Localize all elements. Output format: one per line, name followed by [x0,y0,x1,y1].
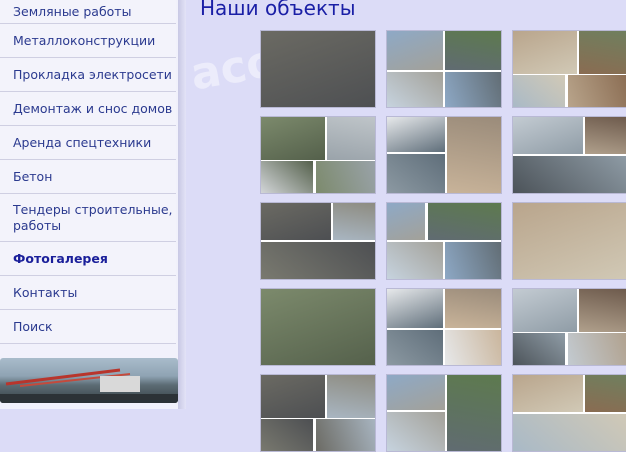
menu-item-label: Тендеры строительные, работы [13,201,173,233]
menu-item-label: Металлоконструкции [13,32,156,48]
menu-item-label: Земляные работы [13,3,132,19]
menu-item-metal-structures[interactable]: Металлоконструкции [0,24,176,58]
crane-icon [0,368,178,403]
thumbnail-photo [261,242,375,279]
sidebar-menu: Земляные работы Металлоконструкции Прокл… [0,0,176,344]
thumbnail-photo [447,117,501,193]
menu-item-label: Контакты [13,284,78,300]
thumbnail-photo [513,414,626,451]
menu-item-search[interactable]: Поиск [0,310,176,344]
thumbnail-photo [327,117,375,160]
page-title: Наши объекты [200,0,356,20]
thumbnail-photo [567,75,626,107]
menu-item-earthworks[interactable]: Земляные работы [0,0,176,24]
thumbnail-photo [584,375,626,413]
thumbnail-photo [513,31,577,74]
thumbnail-photo [261,203,331,241]
gallery-thumbnail[interactable] [260,288,376,366]
gallery-thumbnail[interactable] [260,374,376,452]
thumbnail-photo [387,153,445,193]
menu-item-demolition[interactable]: Демонтаж и снос домов [0,92,176,126]
gallery-thumbnail[interactable] [512,116,626,194]
thumbnail-photo [513,333,566,365]
thumbnail-photo [387,117,445,153]
menu-item-concrete[interactable]: Бетон [0,160,176,194]
thumbnail-photo [445,71,501,107]
gallery-thumbnail[interactable] [386,288,502,366]
thumbnail-photo [513,375,583,413]
menu-item-label: Бетон [13,168,53,184]
thumbnail-photo [261,289,375,365]
thumbnail-photo [387,411,445,451]
thumbnail-photo [261,375,325,418]
gallery-thumbnail[interactable] [512,30,626,108]
thumbnail-photo [261,419,314,451]
thumbnail-photo [445,31,501,70]
thumbnail-photo [387,375,445,411]
gallery-thumbnail[interactable] [260,116,376,194]
thumbnail-photo [579,31,626,74]
menu-item-contacts[interactable]: Контакты [0,276,176,310]
thumbnail-photo [513,289,577,332]
thumbnail-photo [445,242,501,279]
thumbnail-photo [327,375,375,418]
sidebar-divider [178,0,186,409]
menu-item-label: Фотогалерея [13,250,108,266]
thumbnail-photo [445,329,501,365]
thumbnail-photo [513,203,626,279]
gallery-thumbnail[interactable] [386,116,502,194]
gallery-thumbnail[interactable] [260,30,376,108]
thumbnail-photo [513,75,566,107]
crane-banner-image[interactable] [0,358,178,403]
menu-item-photo-gallery[interactable]: Фотогалерея [0,242,176,276]
thumbnail-photo [261,161,314,193]
gallery-thumbnail[interactable] [512,202,626,280]
menu-item-equipment-rental[interactable]: Аренда спецтехники [0,126,176,160]
thumbnail-photo [387,203,426,241]
thumbnail-photo [261,117,325,160]
gallery-thumbnail[interactable] [260,202,376,280]
menu-item-label: Поиск [13,318,53,334]
gallery-thumbnail[interactable] [386,30,502,108]
thumbnail-photo [447,375,501,451]
thumbnail-photo [567,333,626,365]
thumbnail-photo [387,71,443,107]
thumbnail-photo [387,31,443,70]
sidebar: Земляные работы Металлоконструкции Прокл… [0,0,178,409]
menu-item-power-grid[interactable]: Прокладка электросети [0,58,176,92]
gallery-thumbnail[interactable] [386,202,502,280]
thumbnail-photo [315,161,375,193]
menu-item-tenders[interactable]: Тендеры строительные, работы [0,194,176,242]
thumbnail-photo [445,289,501,328]
gallery-thumbnail[interactable] [512,374,626,452]
menu-item-label: Аренда спецтехники [13,134,152,150]
thumbnail-photo [332,203,375,241]
thumbnail-photo [387,329,443,365]
thumbnail-photo [315,419,375,451]
thumbnail-photo [584,117,626,155]
thumbnail-photo [387,242,443,279]
thumbnail-photo [513,156,626,193]
thumbnail-photo [513,117,583,155]
gallery-thumbnail[interactable] [512,288,626,366]
menu-item-label: Прокладка электросети [13,66,172,82]
thumbnail-photo [579,289,626,332]
gallery-thumbnail[interactable] [386,374,502,452]
thumbnail-photo [427,203,501,241]
menu-item-label: Демонтаж и снос домов [13,100,173,116]
thumbnail-photo [261,31,375,107]
thumbnail-photo [387,289,443,328]
